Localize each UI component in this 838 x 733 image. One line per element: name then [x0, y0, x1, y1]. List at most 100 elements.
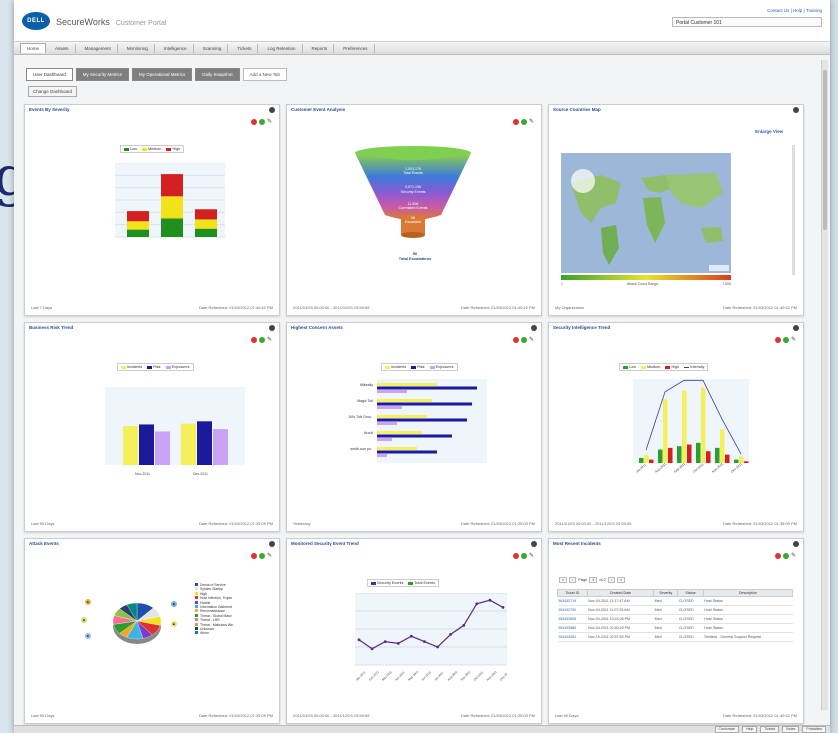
- red-icon[interactable]: [775, 553, 781, 559]
- top-links[interactable]: Contact Us | Help | Training: [767, 8, 822, 13]
- first-page-button[interactable]: «: [559, 577, 568, 583]
- add-tab-button[interactable]: Add a New Tab: [242, 68, 288, 81]
- monitored-line-chart: Jan-2011 Feb-2011 Mar-2011 Apr-2011 May-2011…: [355, 593, 507, 682]
- edit-icon[interactable]: ✎: [791, 553, 797, 559]
- nav-item-reports[interactable]: Reports: [306, 43, 335, 53]
- ticket-link[interactable]: IN3433580: [557, 623, 588, 633]
- tab-user-dashboard[interactable]: User Dashboard: [26, 68, 73, 81]
- bar-high: [649, 459, 654, 463]
- green-icon[interactable]: [783, 553, 789, 559]
- panel-title: Business Risk Trend: [29, 325, 74, 330]
- statusbar-customize[interactable]: Customize: [714, 726, 740, 733]
- tab-security-metrics[interactable]: My Security Metrics: [75, 68, 130, 81]
- tab-daily-snapshot[interactable]: Daily Snapshot: [195, 68, 240, 81]
- gear-icon[interactable]: [793, 325, 799, 331]
- bar-low: [195, 228, 217, 237]
- edit-icon[interactable]: ✎: [529, 119, 535, 125]
- portal-window: DELL SecureWorks Customer Portal Contact …: [14, 0, 830, 733]
- footer-refreshed: Date Refreshed: 01/03/2012 01:40:42 PM: [460, 305, 535, 310]
- nav-item-assets[interactable]: Assets: [49, 43, 76, 53]
- green-icon[interactable]: [259, 553, 265, 559]
- footer-refreshed: Date Refreshed: 01/03/2012 01:35:09 PM: [460, 521, 535, 526]
- gear-icon[interactable]: [531, 325, 537, 331]
- nav-item-preferences[interactable]: Preferences: [337, 43, 375, 53]
- gear-icon[interactable]: [793, 107, 799, 113]
- asset-label: Jill's Tutt Grou..: [348, 415, 373, 419]
- green-icon[interactable]: [259, 119, 265, 125]
- change-dashboard-button[interactable]: Change Dashboard: [28, 86, 78, 97]
- red-icon[interactable]: [775, 337, 781, 343]
- footer-refreshed: Date Refreshed: 01/03/2012 01:35:09 PM: [460, 713, 535, 718]
- nav-item-management[interactable]: Management: [79, 43, 118, 53]
- bar-risk: [139, 424, 154, 465]
- ticket-link[interactable]: IN3432700: [557, 605, 588, 615]
- green-icon[interactable]: [521, 119, 527, 125]
- table-row[interactable]: IN3432719 Nov-04-2011 11:17:47 AM Med CLOSE…: [557, 596, 793, 606]
- nav-item-tickets[interactable]: Tickets: [231, 43, 259, 53]
- ticket-link[interactable]: IN3434081: [557, 632, 588, 642]
- table-row[interactable]: IN3433580 Nov-04-2011 02:40:29 PM Med CLOSE…: [557, 623, 793, 633]
- nav-item-scanning[interactable]: Scanning: [197, 43, 229, 53]
- edit-icon[interactable]: ✎: [529, 553, 535, 559]
- edit-icon[interactable]: ✎: [529, 337, 535, 343]
- statusbar-help[interactable]: Help: [742, 726, 758, 733]
- footer-range: Yesterday: [293, 521, 311, 526]
- table-row[interactable]: IN3432700 Nov-04-2011 11:07:33 AM Med CLOSE…: [557, 605, 793, 615]
- gear-icon[interactable]: [793, 541, 799, 547]
- statusbar-tickets[interactable]: Tickets: [760, 726, 780, 733]
- page-scrollbar[interactable]: [821, 60, 828, 710]
- green-icon[interactable]: [521, 553, 527, 559]
- statusbar-printables[interactable]: Printables: [802, 726, 826, 733]
- nav-item-log-retention[interactable]: Log Retention: [261, 43, 303, 53]
- red-icon[interactable]: [513, 119, 519, 125]
- bar-incidents: [377, 447, 417, 450]
- table-row[interactable]: IN3434081 Nov-15-2011 02:57:53 PM Med CLOSE…: [557, 632, 793, 642]
- world-map[interactable]: [561, 153, 731, 273]
- column-header[interactable]: Severity: [653, 589, 679, 597]
- column-header[interactable]: Status: [677, 589, 704, 597]
- column-header[interactable]: Created Date: [586, 589, 655, 597]
- red-icon[interactable]: [251, 337, 257, 343]
- green-icon[interactable]: [521, 337, 527, 343]
- dashboard-tabs: User Dashboard My Security Metrics My Op…: [26, 68, 288, 81]
- red-icon[interactable]: [251, 119, 257, 125]
- footer-range: Last 90 Days: [31, 521, 55, 526]
- nav-item-monitoring[interactable]: Monitoring: [121, 43, 155, 53]
- edit-icon[interactable]: ✎: [267, 337, 273, 343]
- edit-icon[interactable]: ✎: [267, 553, 273, 559]
- next-page-button[interactable]: ›: [607, 577, 615, 583]
- enlarge-view-link[interactable]: Enlarge View: [755, 129, 783, 134]
- customer-select[interactable]: Portal Customer 101: [672, 17, 822, 27]
- ticket-link[interactable]: IN3433506: [557, 614, 588, 624]
- footer-refreshed: Date Refreshed: 01/03/2012 01:40:42 PM: [722, 305, 797, 310]
- map-scrollbar[interactable]: [792, 145, 795, 275]
- nav-item-home[interactable]: Home: [20, 43, 47, 53]
- footer-range: 2011/01/03 00:00:00 - 2011/12/03 23:59:5…: [555, 521, 632, 526]
- last-page-button[interactable]: »: [617, 577, 626, 583]
- gear-icon[interactable]: [269, 541, 275, 547]
- gear-icon[interactable]: [269, 325, 275, 331]
- nav-item-intelligence[interactable]: Intelligence: [158, 43, 194, 53]
- green-icon[interactable]: [783, 337, 789, 343]
- ticket-link[interactable]: IN3432719: [557, 596, 588, 606]
- edit-icon[interactable]: ✎: [267, 119, 273, 125]
- column-header[interactable]: Ticket ID: [557, 589, 588, 597]
- edit-icon[interactable]: ✎: [791, 337, 797, 343]
- red-icon[interactable]: [513, 553, 519, 559]
- main-nav: Home Assets Management Monitoring Intelligen…: [14, 42, 830, 55]
- column-header[interactable]: Description: [702, 589, 794, 597]
- tab-operational-metrics[interactable]: My Operational Metrics: [132, 68, 193, 81]
- bar-risk: [377, 386, 477, 390]
- green-icon[interactable]: [259, 337, 265, 343]
- gear-icon[interactable]: [269, 107, 275, 113]
- red-icon[interactable]: [251, 553, 257, 559]
- page-input[interactable]: 1: [589, 577, 598, 583]
- table-row[interactable]: IN3433506 Nov-04-2011 10:24:26 PM Med CLOSE…: [557, 614, 793, 624]
- panel-title: Most Recent Incidents: [553, 541, 601, 546]
- bar-exposures: [377, 406, 402, 409]
- panel-title: Events By Severity: [29, 107, 70, 112]
- statusbar-notes[interactable]: Notes: [782, 726, 800, 733]
- gear-icon[interactable]: [531, 541, 537, 547]
- prev-page-button[interactable]: ‹: [569, 577, 577, 583]
- red-icon[interactable]: [513, 337, 519, 343]
